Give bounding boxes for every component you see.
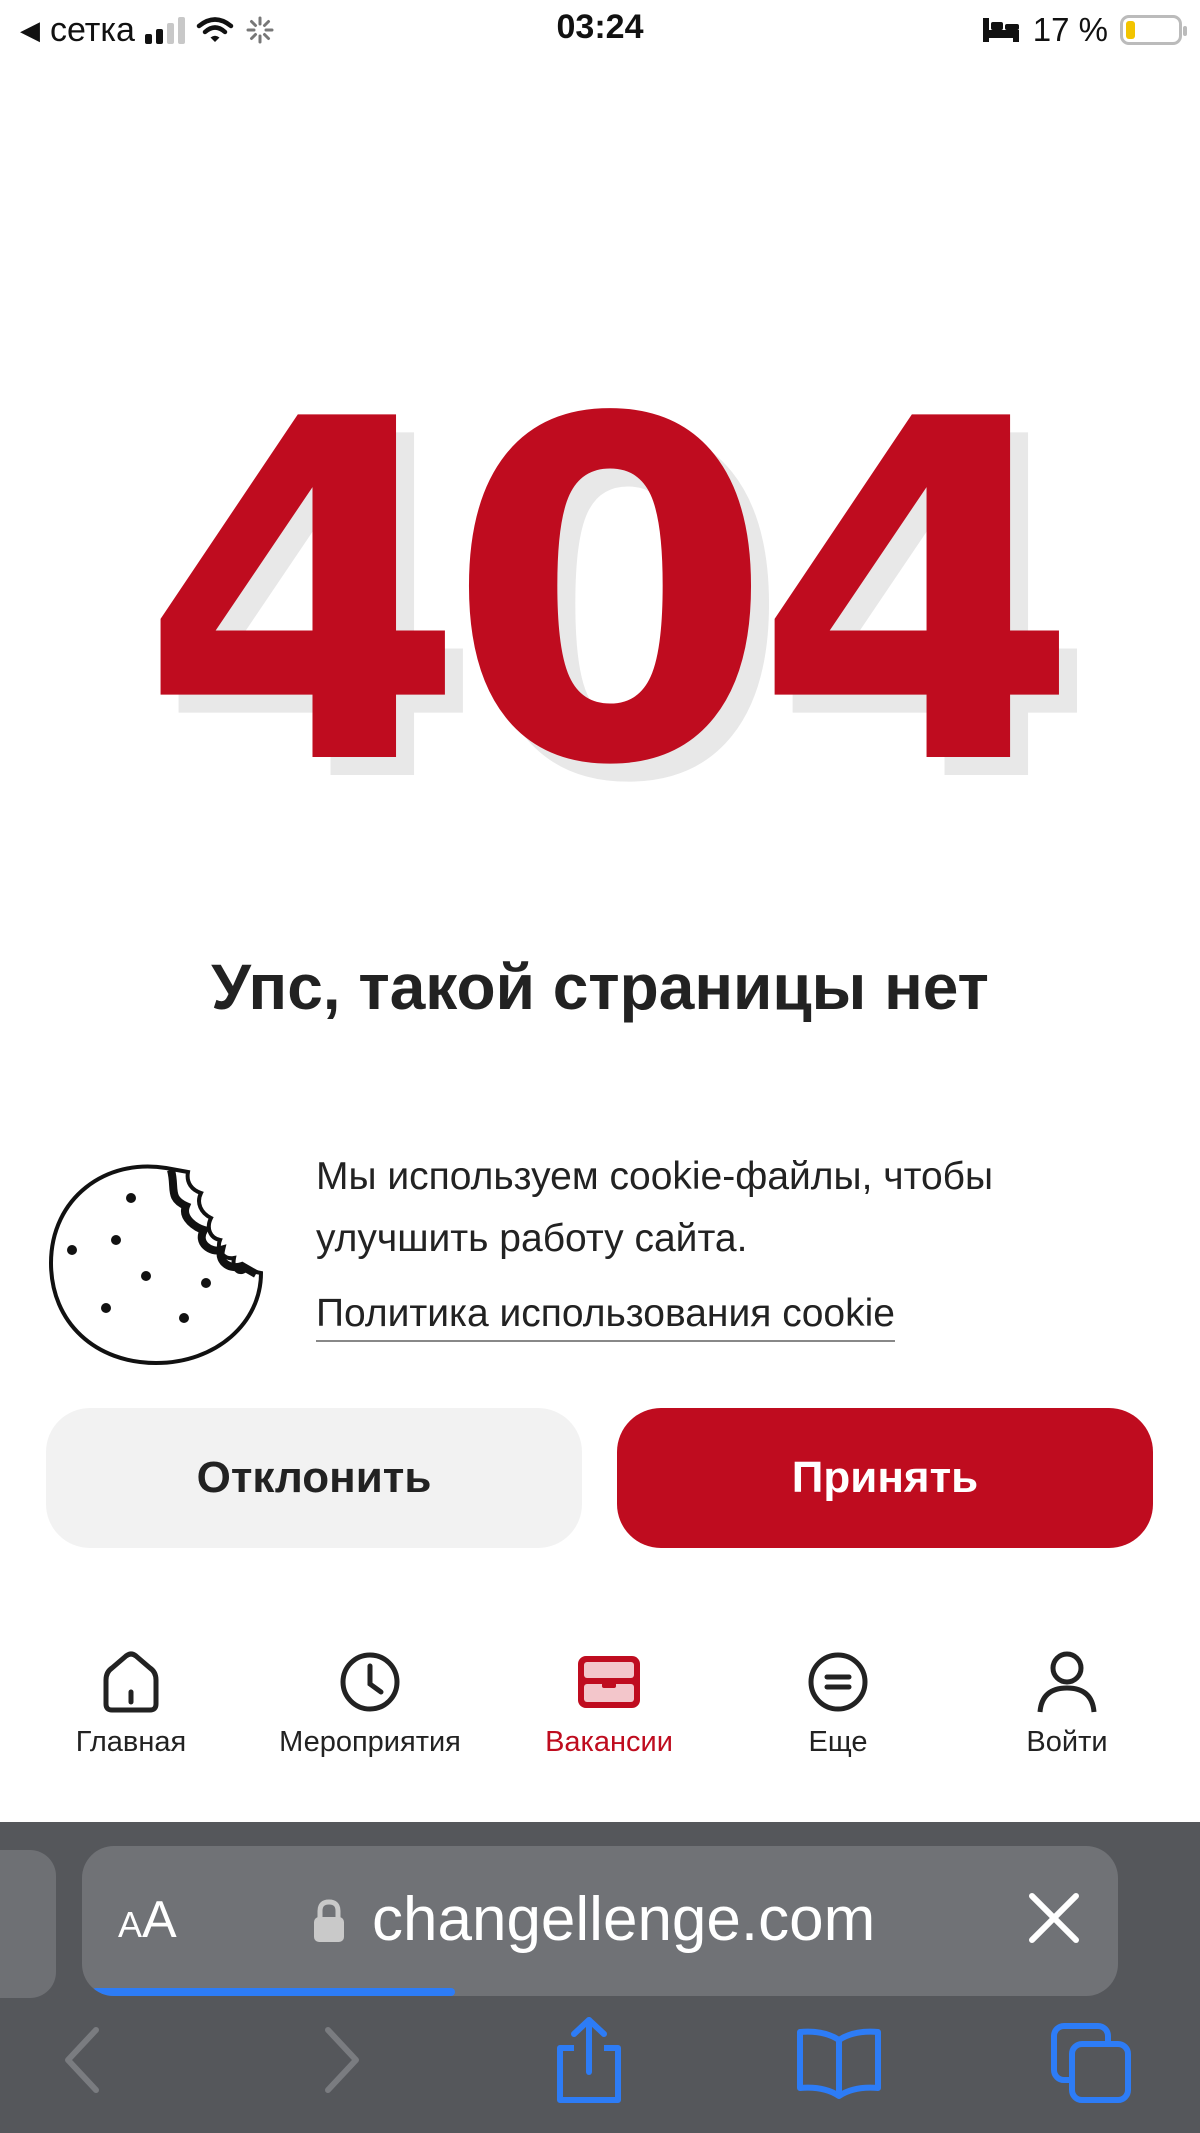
tab-login-label: Войти xyxy=(1026,1726,1108,1758)
share-icon[interactable] xyxy=(552,2014,626,2106)
tab-more-label: Еще xyxy=(808,1726,868,1758)
browser-toolbar: AA changellenge.com xyxy=(0,1822,1200,2133)
address-bar[interactable]: AA changellenge.com xyxy=(82,1846,1118,1996)
lock-icon xyxy=(314,1899,344,1942)
tab-home-label: Главная xyxy=(75,1726,187,1758)
bookmarks-icon[interactable] xyxy=(794,2026,884,2100)
cookie-notice-text: Мы используем cookie-файлы, чтобы улучши… xyxy=(316,1155,994,1260)
briefcase-icon xyxy=(578,1656,640,1708)
text-size-big-glyph: A xyxy=(142,1891,177,1949)
error-message: Упс, такой страницы нет xyxy=(211,951,989,1023)
text-size-small-glyph: A xyxy=(118,1904,143,1945)
home-icon xyxy=(103,1651,159,1713)
tabs-icon[interactable] xyxy=(1050,2022,1132,2104)
tab-vacancies-label: Вакансии xyxy=(545,1726,673,1758)
clock-icon xyxy=(340,1652,400,1712)
tab-vacancies[interactable]: Вакансии xyxy=(499,1650,719,1759)
url-text[interactable]: changellenge.com xyxy=(372,1884,875,1955)
battery-icon xyxy=(1120,15,1187,45)
battery-level xyxy=(1126,21,1135,39)
close-icon[interactable] xyxy=(1026,1890,1082,1946)
tab-home[interactable]: Главная xyxy=(21,1650,241,1759)
page-load-progress xyxy=(92,1988,455,1996)
previous-tab-preview[interactable] xyxy=(0,1850,56,1998)
status-bar-right: 17 % xyxy=(981,8,1187,52)
tab-more[interactable]: Еще xyxy=(728,1650,948,1759)
tab-events[interactable]: Мероприятия xyxy=(260,1650,480,1759)
accept-cookies-button[interactable]: Принять xyxy=(617,1408,1153,1548)
cookie-illustration xyxy=(48,1164,264,1366)
back-arrow-icon[interactable] xyxy=(58,2022,108,2098)
error-code: 404 xyxy=(139,321,1080,868)
text-size-button[interactable]: AA xyxy=(118,1890,177,1950)
tab-login[interactable]: Войти xyxy=(957,1650,1177,1759)
sleep-bed-icon xyxy=(982,18,1019,42)
more-icon xyxy=(808,1652,868,1712)
error-code-graphic: 404 404 xyxy=(0,321,1200,868)
cookie-policy-link[interactable]: Политика использования cookie xyxy=(316,1292,895,1342)
tab-events-label: Мероприятия xyxy=(279,1726,461,1758)
bottom-tab-bar: Главная Мероприятия Вакансии Еще Войти xyxy=(0,1650,1200,1780)
user-icon xyxy=(1037,1651,1097,1713)
decline-cookies-button[interactable]: Отклонить xyxy=(46,1408,582,1548)
forward-arrow-icon[interactable] xyxy=(316,2022,366,2098)
battery-percent: 17 % xyxy=(1032,11,1108,48)
status-bar: ◀ сетка 03:24 17 % xyxy=(0,0,1200,62)
